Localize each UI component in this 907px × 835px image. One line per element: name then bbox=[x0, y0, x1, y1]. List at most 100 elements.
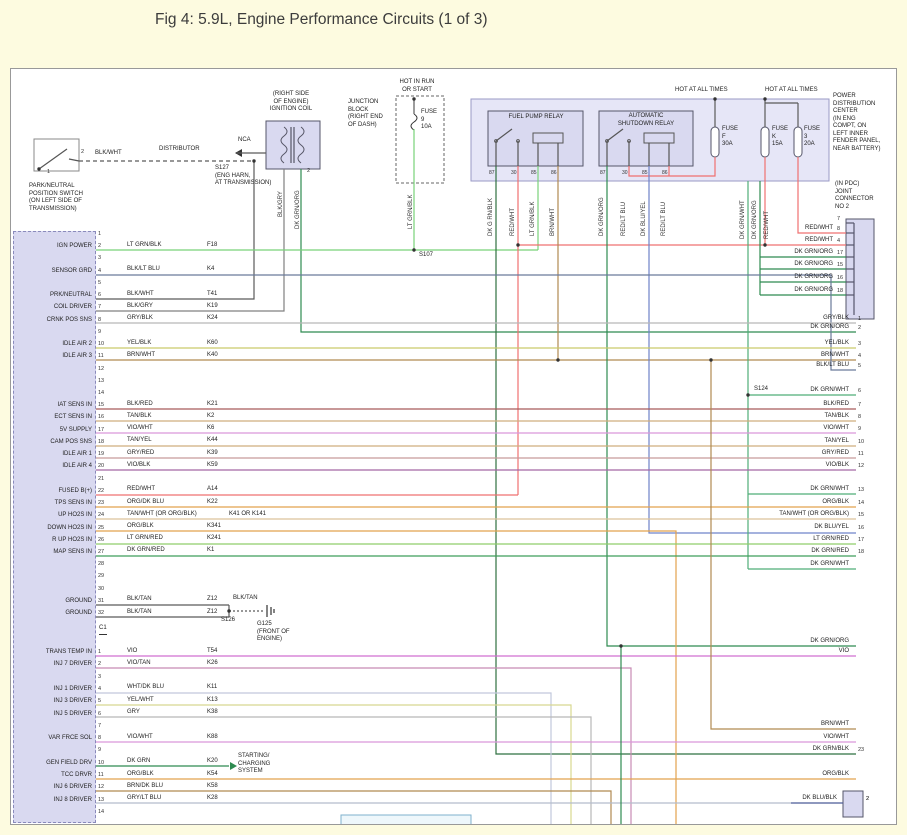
wire bbox=[96, 693, 551, 824]
right-wire-label: DK GRN/BLK bbox=[699, 746, 849, 754]
splice-dot bbox=[37, 167, 40, 170]
right-wire-label: YEL/BLK bbox=[699, 340, 849, 348]
wire-label: BLK/TAN bbox=[127, 596, 152, 604]
wire-label: DK GRN/RED bbox=[127, 547, 165, 555]
wire-label: RED/WHT bbox=[127, 486, 155, 494]
right-pin-number: 17 bbox=[858, 537, 864, 545]
right-wire-label: DK GRN/ORG bbox=[683, 287, 833, 295]
wire-label: BLK/RED bbox=[127, 401, 153, 409]
fuel-pump-relay-label: FUEL PUMP RELAY bbox=[490, 114, 582, 122]
right-wire-label: BRN/WHT bbox=[699, 352, 849, 360]
circuit-name: MAP SENS IN bbox=[13, 549, 92, 557]
ignition-coil-label: (RIGHT SIDE OF ENGINE) IGNITION COIL bbox=[259, 91, 323, 114]
wire-label: TAN/BLK bbox=[127, 413, 152, 421]
splice-dot bbox=[619, 644, 622, 647]
circuit-code: T54 bbox=[207, 648, 217, 656]
splice-s107-label: S107 bbox=[419, 252, 433, 260]
nca-label: NCA bbox=[238, 137, 251, 145]
relay-pin-number: 30 bbox=[622, 170, 628, 176]
pin-number: 15 bbox=[98, 402, 104, 410]
pin-number: 29 bbox=[98, 573, 104, 581]
circuit-name: UP HO2S IN bbox=[13, 512, 92, 520]
right-wire-label: ORG/BLK bbox=[699, 499, 849, 507]
right-pin-number: 14 bbox=[858, 500, 864, 508]
pin-number: 3 bbox=[98, 255, 101, 263]
right-pin-number: 18 bbox=[858, 549, 864, 557]
circuit-code: K241 bbox=[207, 535, 221, 543]
wire-label: ORG/BLK bbox=[127, 523, 154, 531]
circuit-name: COIL DRIVER bbox=[13, 304, 92, 312]
right-pin-number: 11 bbox=[858, 451, 864, 459]
splice-dot bbox=[713, 97, 716, 100]
circuit-code: K13 bbox=[207, 697, 218, 705]
right-pin-number: 13 bbox=[858, 487, 864, 495]
circuit-name: GROUND bbox=[13, 610, 92, 618]
circuit-code: Z12 bbox=[207, 609, 217, 617]
relay-pin-number: 87 bbox=[600, 170, 606, 176]
pin-number: 8 bbox=[98, 317, 101, 325]
circuit-name: INJ 8 DRIVER bbox=[13, 797, 92, 805]
right-wire-label: DK GRN/ORG bbox=[683, 261, 833, 269]
vertical-wire-label: LT GRN/BLK bbox=[530, 202, 536, 236]
ground-g125-label: G125 (FRONT OF ENGINE) bbox=[257, 621, 301, 644]
pin-number: 14 bbox=[98, 390, 104, 398]
relay-pin-number: 86 bbox=[551, 170, 557, 176]
circuit-name: R UP HO2S IN bbox=[13, 537, 92, 545]
joint-connector-label: (IN PDC) JOINT CONNECTOR NO 2 bbox=[835, 181, 895, 211]
vertical-wire-label: DK GRN/ORG bbox=[752, 200, 758, 239]
right-wire-label: DK BLU/BLK bbox=[687, 795, 837, 803]
park-switch-pin-1: 1 bbox=[47, 169, 50, 177]
pin-number: 11 bbox=[98, 772, 104, 780]
splice-dot bbox=[516, 243, 519, 246]
hot-at-all-times-1: HOT AT ALL TIMES bbox=[675, 87, 728, 95]
right-wire-label: GRY/RED bbox=[699, 450, 849, 458]
starting-charging-arrow-icon bbox=[230, 762, 237, 770]
relay-pin-number: 85 bbox=[642, 170, 648, 176]
right-wire-label: DK GRN/WHT bbox=[699, 561, 849, 569]
circuit-name: IAT SENS IN bbox=[13, 402, 92, 410]
pin-number: 12 bbox=[98, 366, 104, 374]
pin-number: 2 bbox=[98, 661, 101, 669]
pin-number: 11 bbox=[98, 353, 104, 361]
circuit-code: Z12 bbox=[207, 596, 217, 604]
circuit-code: K54 bbox=[207, 771, 218, 779]
pin-number: 26 bbox=[98, 537, 104, 545]
circuit-name: IDLE AIR 4 bbox=[13, 463, 92, 471]
pin-number: 2 bbox=[98, 243, 101, 251]
circuit-code: K28 bbox=[207, 795, 218, 803]
circuit-name: GEN FIELD DRV bbox=[13, 760, 92, 768]
fuse-f-label: FUSE F 30A bbox=[722, 126, 738, 149]
right-pin-number: 23 bbox=[858, 747, 864, 755]
right-wire-label: TAN/YEL bbox=[699, 438, 849, 446]
circuit-code: K4 bbox=[207, 266, 214, 274]
circuit-name: 5V SUPPLY bbox=[13, 427, 92, 435]
pin-number: 13 bbox=[98, 797, 104, 805]
circuit-name: FUSED B(+) bbox=[13, 488, 92, 496]
pin-number: 30 bbox=[98, 586, 104, 594]
wire-label: ORG/DK BLU bbox=[127, 499, 164, 507]
fuse-k-icon bbox=[761, 127, 769, 157]
circuit-name: INJ 5 DRIVER bbox=[13, 711, 92, 719]
junction-block-label: JUNCTION BLOCK (RIGHT END OF DASH) bbox=[348, 99, 394, 129]
circuit-code: K22 bbox=[207, 499, 218, 507]
splice-s127-label: S127 (ENG HARN, AT TRANSMISSION) bbox=[215, 165, 277, 188]
circuit-code: K38 bbox=[207, 709, 218, 717]
pin-number: 7 bbox=[98, 723, 101, 731]
bottom-connector-box bbox=[843, 791, 863, 817]
wire bbox=[96, 717, 591, 824]
circuit-code: K19 bbox=[207, 303, 218, 311]
pin-number: 5 bbox=[98, 280, 101, 288]
right-wire-label: BLK/LT BLU bbox=[699, 362, 849, 370]
vertical-wire-label: RED/LT BLU bbox=[661, 202, 667, 236]
wire-label: DK GRN bbox=[127, 758, 150, 766]
connector-c1-label: C1 bbox=[99, 625, 107, 635]
right-wire-label: BLK/RED bbox=[699, 401, 849, 409]
pin-number: 23 bbox=[98, 500, 104, 508]
right-pin-number: 4 bbox=[837, 238, 840, 246]
pin-number: 4 bbox=[98, 686, 101, 694]
joint-connector-pin-7: 7 bbox=[837, 216, 840, 224]
right-wire-label: DK GRN/ORG bbox=[683, 249, 833, 257]
circuit-code: A14 bbox=[207, 486, 218, 494]
circuit-name: TCC DRVR bbox=[13, 772, 92, 780]
vertical-wire-label: LT GRN/BLK bbox=[408, 195, 414, 229]
